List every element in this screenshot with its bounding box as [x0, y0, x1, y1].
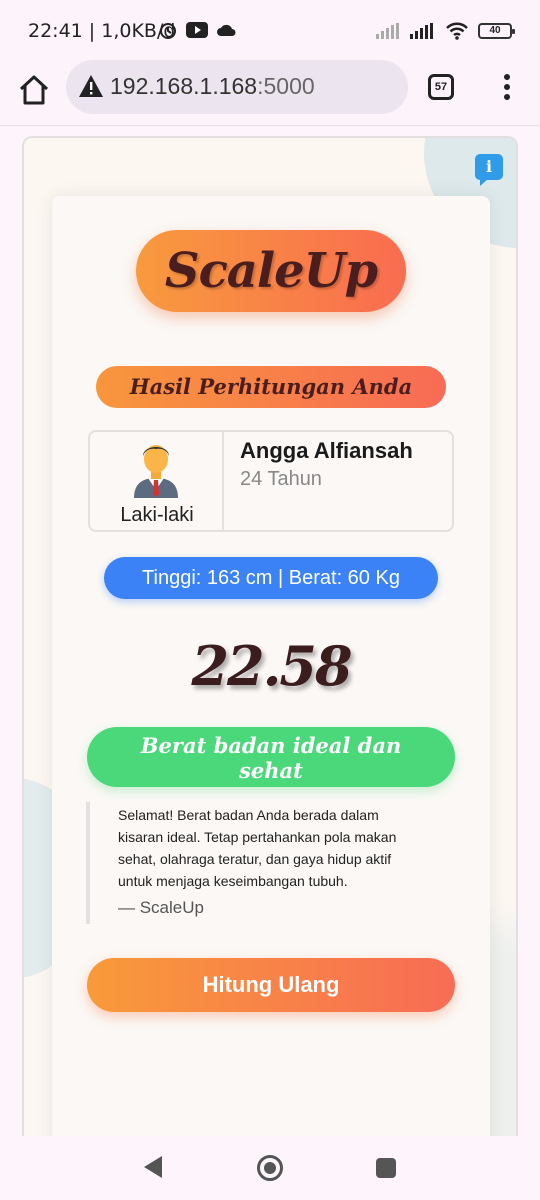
recalculate-button[interactable]: Hitung Ulang [87, 958, 455, 1012]
home-icon[interactable] [16, 72, 52, 108]
bmi-value: 22.58 [191, 634, 352, 698]
recent-apps-icon[interactable] [376, 1158, 396, 1178]
result-title: Hasil Perhitungan Anda [96, 366, 446, 408]
warning-icon[interactable] [78, 74, 104, 98]
result-card: ScaleUp Hasil Perhitungan Anda Laki-laki… [52, 196, 490, 1136]
app-logo: ScaleUp [136, 230, 406, 312]
battery-icon: 40 [478, 23, 515, 39]
status-bar: 22:41 | 1,0KB/d 40 [0, 0, 540, 60]
page-viewport: i ScaleUp Hasil Perhitungan Anda Laki-la… [22, 136, 518, 1136]
bmi-status-line1: Berat badan ideal dan [140, 733, 402, 758]
address-bar[interactable]: 192.168.1.168:5000 [66, 60, 408, 114]
logo-text: ScaleUp [164, 243, 378, 299]
profile-box: Laki-laki Angga Alfiansah 24 Tahun [88, 430, 454, 532]
advice-quote: Selamat! Berat badan Anda berada dalam k… [86, 802, 416, 924]
measurement-badge: Tinggi: 163 cm | Berat: 60 Kg [104, 557, 438, 599]
url-text[interactable]: 192.168.1.168:5000 [110, 73, 315, 100]
more-menu-icon[interactable] [500, 72, 514, 102]
man-avatar-icon [134, 445, 178, 498]
back-icon[interactable] [144, 1156, 162, 1178]
advice-source: — ScaleUp [118, 898, 204, 917]
avatar-box: Laki-laki [90, 432, 224, 530]
info-button[interactable]: i [475, 154, 503, 186]
user-age: 24 Tahun [240, 468, 322, 490]
cloud-icon [217, 24, 236, 36]
browser-toolbar: 192.168.1.168:5000 57 [0, 60, 540, 126]
alarm-icon [160, 23, 176, 39]
bmi-status-line2: sehat [239, 758, 303, 783]
signal-icon-1 [376, 23, 399, 39]
youtube-icon [186, 22, 208, 38]
wifi-icon [446, 22, 468, 40]
advice-text: Selamat! Berat badan Anda berada dalam k… [118, 807, 397, 889]
status-right-icons: 40 [376, 22, 515, 40]
gender-label: Laki-laki [120, 504, 194, 526]
bmi-status-badge: Berat badan ideal dan sehat [87, 727, 455, 787]
status-time: 22:41 | 1,0KB/d [28, 20, 176, 42]
system-nav-bar [0, 1136, 540, 1200]
user-name: Angga Alfiansah [240, 438, 413, 463]
tab-switcher-button[interactable]: 57 [428, 74, 454, 100]
signal-icon-2 [410, 23, 433, 39]
home-circle-icon[interactable] [257, 1155, 283, 1181]
status-left-icons [158, 20, 236, 40]
url-host: 192.168.1.168 [110, 73, 258, 99]
result-title-text: Hasil Perhitungan Anda [129, 374, 413, 399]
url-port: :5000 [257, 73, 315, 99]
